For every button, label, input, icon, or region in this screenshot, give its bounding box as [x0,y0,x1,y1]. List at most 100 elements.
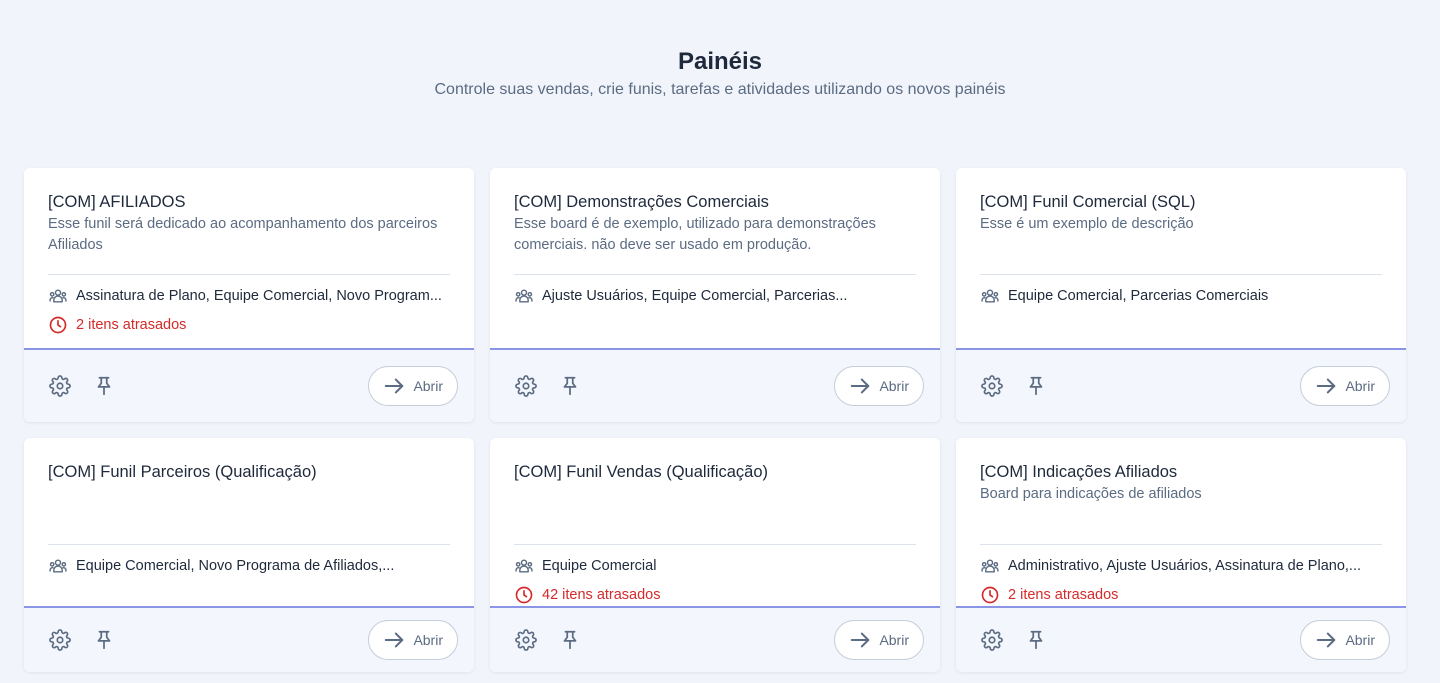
board-teams-row: Equipe Comercial [514,555,916,577]
board-teams-row: Ajuste Usuários, Equipe Comercial, Parce… [514,285,916,307]
boards-grid: [COM] AFILIADOS Esse funil será dedicado… [24,168,1406,672]
card-divider [48,274,450,275]
board-teams: Equipe Comercial, Novo Programa de Afili… [76,558,395,574]
gear-icon [515,629,537,651]
arrow-right-icon [1317,632,1336,648]
board-card-footer: Abrir [490,606,940,672]
board-title: [COM] Funil Comercial (SQL) [980,193,1196,211]
clock-icon [49,316,67,334]
board-overdue: 2 itens atrasados [1008,587,1119,603]
arrow-right-icon [851,378,870,394]
board-description: Esse funil será dedicado ao acompanhamen… [48,216,438,253]
board-title: [COM] AFILIADOS [48,193,186,211]
settings-button[interactable] [514,628,538,652]
board-card-body: [COM] Funil Comercial (SQL) Esse é um ex… [956,168,1406,348]
pin-button[interactable] [92,628,116,652]
board-card-body: [COM] Demonstrações Comerciais Esse boar… [490,168,940,348]
gear-icon [49,629,71,651]
settings-button[interactable] [980,374,1004,398]
board-card-footer: Abrir [956,606,1406,672]
page-header: Painéis Controle suas vendas, crie funis… [0,0,1440,101]
board-card-footer: Abrir [956,348,1406,422]
pin-icon [563,630,577,650]
page-subtitle: Controle suas vendas, crie funis, tarefa… [434,81,1006,98]
page-title: Painéis [677,48,763,75]
board-description: Board para indicações de afiliados [980,486,1202,502]
board-teams-row: Equipe Comercial, Novo Programa de Afili… [48,555,450,577]
board-card-body: [COM] AFILIADOS Esse funil será dedicado… [24,168,474,348]
board-teams: Ajuste Usuários, Equipe Comercial, Parce… [542,288,848,304]
gear-icon [49,375,71,397]
gear-icon [515,375,537,397]
board-card: [COM] Indicações Afiliados Board para in… [956,438,1406,672]
board-card-footer: Abrir [490,348,940,422]
open-button-label: Abrir [879,378,909,394]
board-description: Esse é um exemplo de descrição [980,216,1194,232]
board-title: [COM] Demonstrações Comerciais [514,193,769,211]
clock-icon [515,586,533,604]
board-teams-row: Equipe Comercial, Parcerias Comerciais [980,285,1382,307]
pin-icon [1029,376,1043,396]
open-button[interactable]: Abrir [368,620,458,660]
board-card-body: [COM] Indicações Afiliados Board para in… [956,438,1406,606]
settings-button[interactable] [48,374,72,398]
card-divider [48,544,450,545]
settings-button[interactable] [514,374,538,398]
pin-icon [563,376,577,396]
board-title: [COM] Funil Vendas (Qualificação) [514,463,769,481]
board-overdue-row: 2 itens atrasados [980,584,1382,606]
open-button-label: Abrir [413,632,443,648]
team-icon [515,289,533,303]
card-divider [980,274,1382,275]
card-divider [514,544,916,545]
open-button[interactable]: Abrir [1300,620,1390,660]
open-button-label: Abrir [413,378,443,394]
gear-icon [981,629,1003,651]
open-button-label: Abrir [1345,632,1375,648]
board-title: [COM] Funil Parceiros (Qualificação) [48,463,317,481]
board-teams-row: Administrativo, Ajuste Usuários, Assinat… [980,555,1382,577]
pin-button[interactable] [558,374,582,398]
pin-button[interactable] [92,374,116,398]
board-teams: Administrativo, Ajuste Usuários, Assinat… [1008,558,1362,574]
pin-icon [1029,630,1043,650]
board-card-body: [COM] Funil Parceiros (Qualificação) Equ… [24,438,474,606]
board-card-footer: Abrir [24,606,474,672]
board-description: Esse board é de exemplo, utilizado para … [514,216,876,253]
board-teams: Assinatura de Plano, Equipe Comercial, N… [76,288,442,304]
board-overdue-row: 42 itens atrasados [514,584,916,606]
arrow-right-icon [851,632,870,648]
open-button[interactable]: Abrir [834,366,924,406]
pin-button[interactable] [1024,628,1048,652]
arrow-right-icon [385,378,404,394]
team-icon [49,289,67,303]
open-button[interactable]: Abrir [834,620,924,660]
open-button-label: Abrir [879,632,909,648]
team-icon [981,559,999,573]
board-card: [COM] Funil Vendas (Qualificação) Equipe… [490,438,940,672]
board-teams-row: Assinatura de Plano, Equipe Comercial, N… [48,285,450,307]
settings-button[interactable] [48,628,72,652]
board-card: [COM] AFILIADOS Esse funil será dedicado… [24,168,474,422]
board-description [48,484,450,526]
board-card: [COM] Funil Comercial (SQL) Esse é um ex… [956,168,1406,422]
pin-icon [97,376,111,396]
board-description [514,484,916,526]
settings-button[interactable] [980,628,1004,652]
pin-icon [97,630,111,650]
board-teams: Equipe Comercial, Parcerias Comerciais [1008,288,1269,304]
arrow-right-icon [385,632,404,648]
board-overdue: 42 itens atrasados [542,587,661,603]
pin-button[interactable] [1024,374,1048,398]
card-divider [980,544,1382,545]
board-overdue: 2 itens atrasados [76,317,187,333]
open-button[interactable]: Abrir [368,366,458,406]
team-icon [515,559,533,573]
pin-button[interactable] [558,628,582,652]
team-icon [49,559,67,573]
board-card: [COM] Demonstrações Comerciais Esse boar… [490,168,940,422]
clock-icon [981,586,999,604]
open-button[interactable]: Abrir [1300,366,1390,406]
card-divider [514,274,916,275]
board-card-footer: Abrir [24,348,474,422]
